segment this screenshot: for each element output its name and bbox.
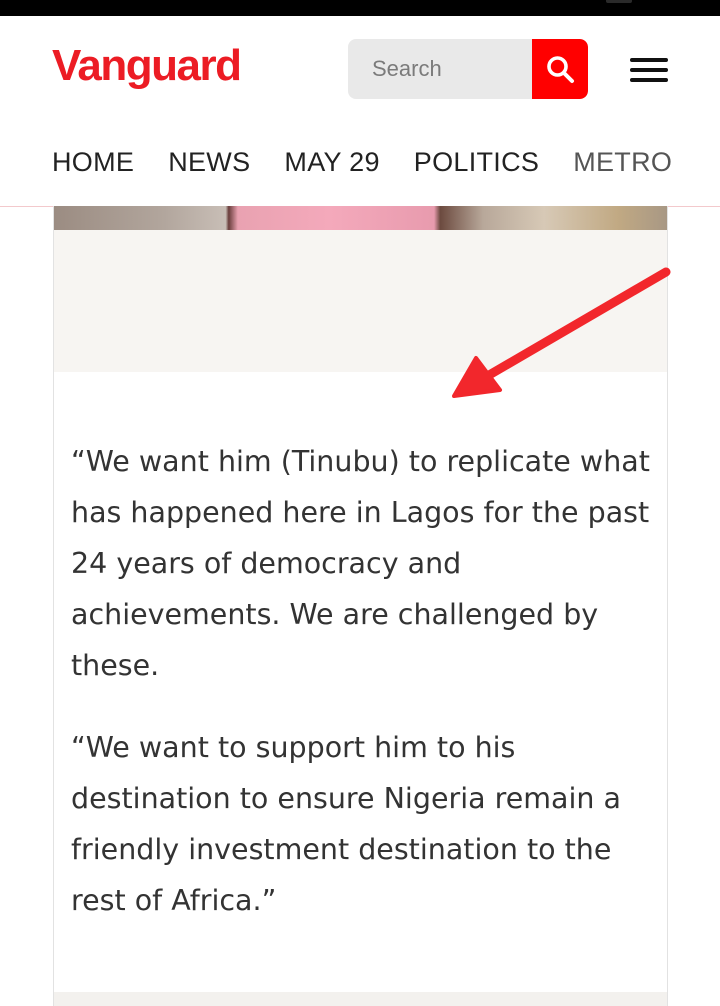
nav-item-may-29[interactable]: MAY 29 [284,142,379,182]
search-input[interactable] [348,39,532,99]
annotation-arrow-icon [452,267,671,398]
search-bar [348,39,588,99]
main-nav: HOME NEWS MAY 29 POLITICS METRO [52,142,720,182]
nav-item-politics[interactable]: POLITICS [414,142,539,182]
status-indicator [606,0,632,3]
search-icon [547,56,574,83]
hamburger-menu-icon[interactable] [630,58,668,82]
article-paragraph: “We want him (Tinubu) to replicate what … [71,445,650,682]
site-logo[interactable]: Vanguard [52,40,242,92]
status-bar [0,0,720,16]
card-footer-strip [54,992,667,1006]
nav-item-news[interactable]: NEWS [168,142,250,182]
nav-item-home[interactable]: HOME [52,142,134,182]
search-button[interactable] [532,39,588,99]
nav-item-metro[interactable]: METRO [573,142,672,182]
article-photo [54,206,667,230]
site-header: Vanguard HOME NEWS MAY 29 POLITICS METRO [0,16,720,207]
article-paragraph: “We want to support him to his destinati… [71,731,621,917]
